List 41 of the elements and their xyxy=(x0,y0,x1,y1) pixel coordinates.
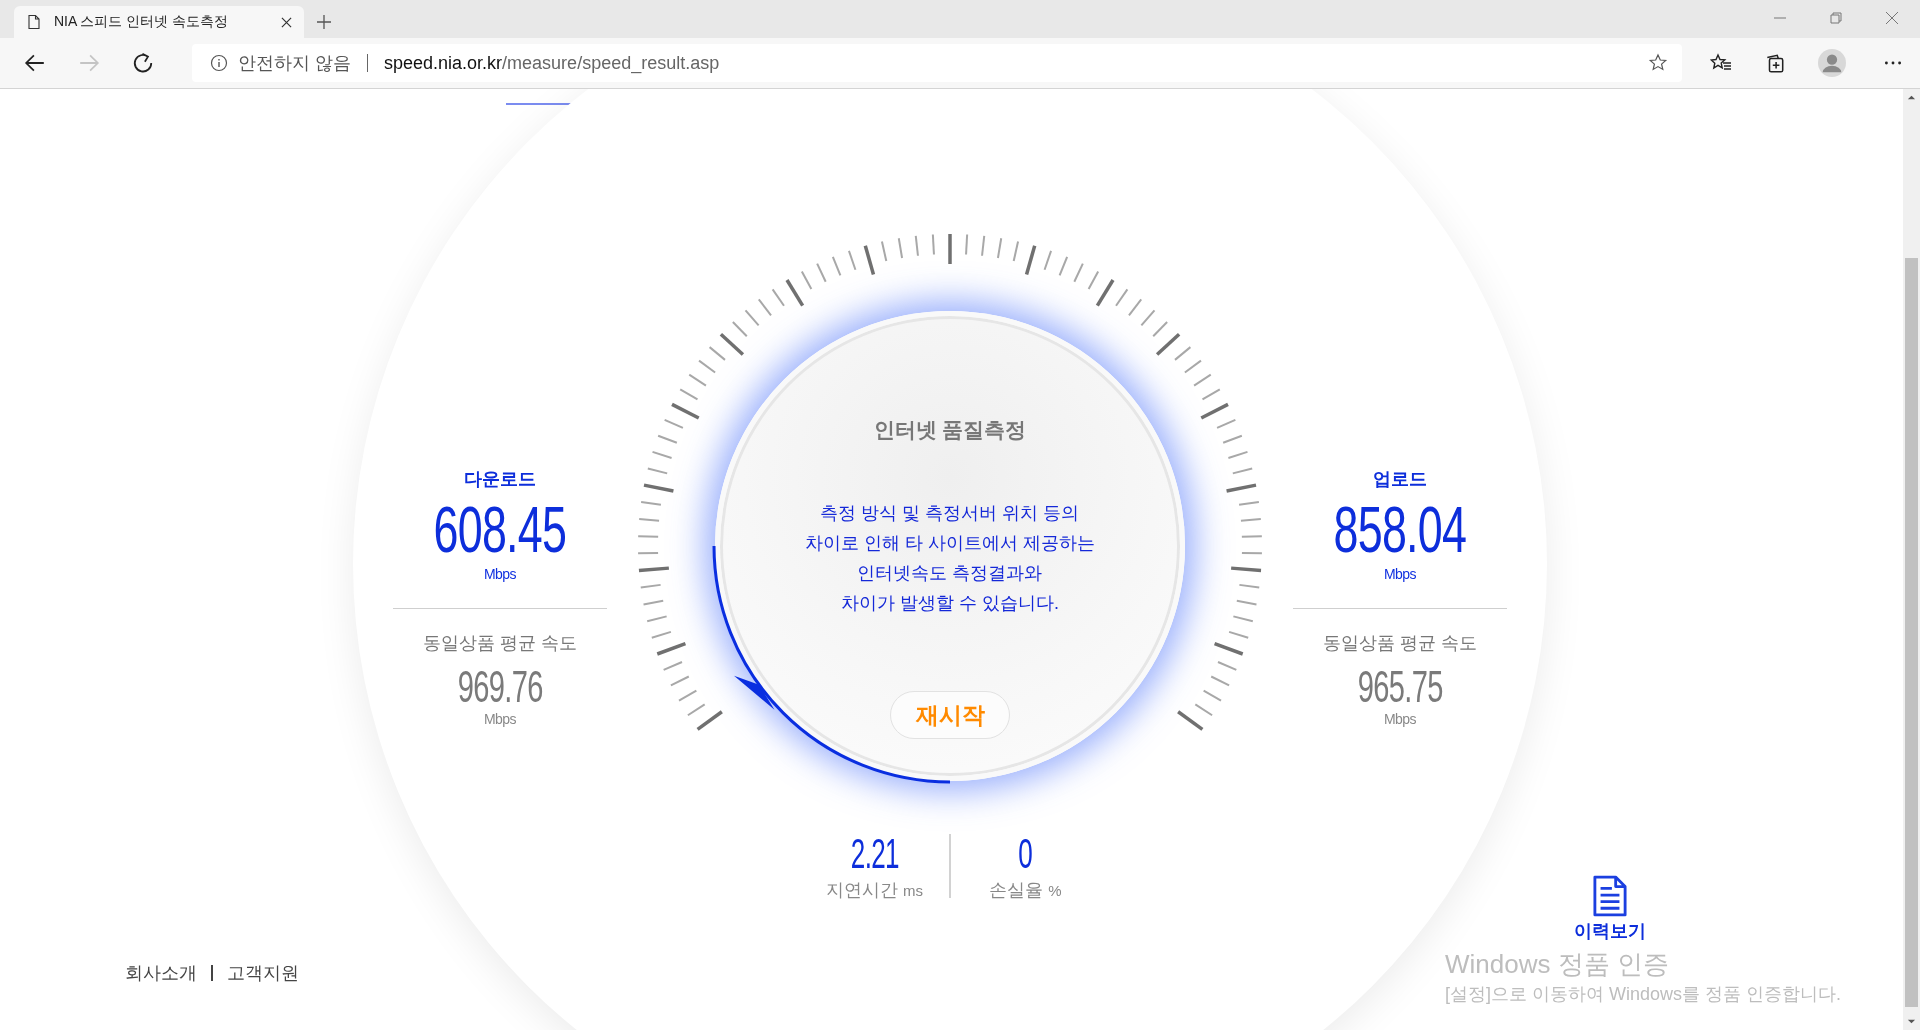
address-bar[interactable]: 안전하지 않음 speed.nia.or.kr/measure/speed_result.asp xyxy=(192,44,1682,82)
speed-label: 업로드 xyxy=(1373,468,1427,491)
unit-label: Mbps xyxy=(1383,565,1417,583)
speed-value: 858.04 xyxy=(1333,499,1467,561)
close-icon[interactable] xyxy=(281,16,292,28)
unit-label: Mbps xyxy=(483,710,517,728)
activation-message: [설정]으로 이동하여 Windows를 정품 인증합니다. xyxy=(1445,983,1842,1006)
notice-text: 측정 방식 및 측정서버 위치 등의 차이로 인해 타 사이트에서 제공하는 인터넷속도 측정결과와 차이가 발생할 수 있습니다. xyxy=(804,502,1096,615)
history-link[interactable]: 이력보기 xyxy=(1574,919,1646,943)
collections-icon[interactable] xyxy=(1764,52,1786,74)
info-icon xyxy=(210,54,228,72)
document-icon[interactable] xyxy=(1593,875,1627,917)
metric-label: 손실율 % xyxy=(989,879,1062,902)
footer-link[interactable]: 고객지원 xyxy=(227,961,299,985)
average-label: 동일상품 평균 속도 xyxy=(1323,632,1477,655)
new-tab-icon[interactable] xyxy=(316,14,332,30)
security-label: 안전하지 않음 xyxy=(238,52,351,75)
average-label: 동일상품 평균 속도 xyxy=(423,632,577,655)
scrollbar[interactable] xyxy=(1903,89,1920,1030)
footer-link[interactable]: 회사소개 xyxy=(125,961,197,985)
unit-label: Mbps xyxy=(1383,710,1417,728)
page-icon xyxy=(26,13,42,31)
speed-value: 608.45 xyxy=(433,499,567,561)
dial-title: 인터넷 품질측정 xyxy=(872,417,1028,443)
url-text: speed.nia.or.kr/measure/speed_result.asp xyxy=(384,52,720,74)
tab-title: NIA 스피드 인터넷 속도측정 xyxy=(54,13,230,31)
back-icon[interactable] xyxy=(24,52,46,74)
speed-label: 다운로드 xyxy=(464,468,536,491)
unit-label: Mbps xyxy=(483,565,517,583)
scrollbar-thumb[interactable] xyxy=(1905,258,1918,1007)
profile-avatar[interactable] xyxy=(1818,49,1846,77)
average-value: 969.76 xyxy=(457,665,543,709)
metric-value: 0 xyxy=(1018,834,1033,874)
activation-title: Windows 정품 인증 xyxy=(1445,948,1669,981)
metric-label: 지연시간 ms xyxy=(826,879,923,902)
refresh-icon[interactable] xyxy=(132,52,154,74)
metric-value: 2.21 xyxy=(850,834,899,874)
browser-tab[interactable]: NIA 스피드 인터넷 속도측정 xyxy=(14,6,304,38)
star-icon[interactable] xyxy=(1648,53,1668,73)
restore-icon[interactable] xyxy=(1830,12,1842,24)
average-value: 965.75 xyxy=(1357,665,1443,709)
